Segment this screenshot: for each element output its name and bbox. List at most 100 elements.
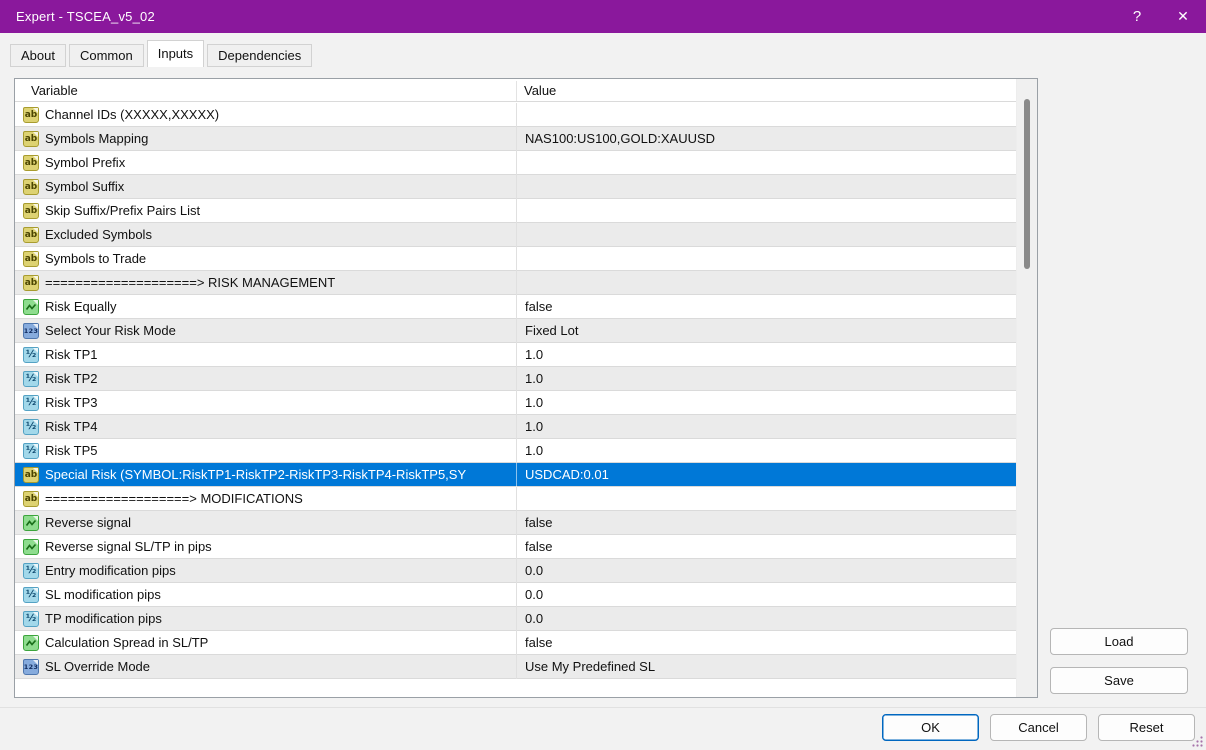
value-cell[interactable]: 1.0 xyxy=(516,343,1016,367)
reset-button[interactable]: Reset xyxy=(1098,714,1195,741)
double-param-icon: ½ xyxy=(23,371,39,387)
double-param-icon: ½ xyxy=(23,443,39,459)
variable-label: Entry modification pips xyxy=(45,563,513,578)
table-row[interactable]: Reverse signal false xyxy=(15,511,1037,535)
variable-label: SL Override Mode xyxy=(45,659,513,674)
value-cell[interactable] xyxy=(516,223,1016,247)
double-param-icon: ½ xyxy=(23,587,39,603)
tab-common[interactable]: Common xyxy=(69,44,144,67)
value-cell[interactable] xyxy=(516,247,1016,271)
value-cell[interactable]: USDCAD:0.01 xyxy=(516,463,1016,487)
scrollbar-thumb[interactable] xyxy=(1024,99,1030,269)
column-header-variable[interactable]: Variable xyxy=(31,83,78,98)
table-row[interactable]: ½ Risk TP3 1.0 xyxy=(15,391,1037,415)
bool-param-icon xyxy=(23,539,39,555)
value-cell[interactable] xyxy=(516,199,1016,223)
table-row[interactable]: ab ===================> MODIFICATIONS xyxy=(15,487,1037,511)
table-body: ab Channel IDs (XXXXX,XXXXX) ab Symbols … xyxy=(15,103,1037,697)
value-cell[interactable] xyxy=(516,175,1016,199)
string-param-icon: ab xyxy=(23,275,39,291)
variable-label: Excluded Symbols xyxy=(45,227,513,242)
table-row[interactable]: Calculation Spread in SL/TP false xyxy=(15,631,1037,655)
value-cell[interactable]: false xyxy=(516,535,1016,559)
string-param-icon: ab xyxy=(23,179,39,195)
value-cell[interactable]: Fixed Lot xyxy=(516,319,1016,343)
table-row[interactable]: ½ Entry modification pips 0.0 xyxy=(15,559,1037,583)
titlebar[interactable]: Expert - TSCEA_v5_02 ? ✕ xyxy=(0,0,1206,33)
string-param-icon: ab xyxy=(23,491,39,507)
double-param-icon: ½ xyxy=(23,395,39,411)
table-row[interactable]: ab Symbol Suffix xyxy=(15,175,1037,199)
value-cell[interactable]: false xyxy=(516,511,1016,535)
value-cell[interactable] xyxy=(516,151,1016,175)
footer-divider xyxy=(0,707,1206,708)
string-param-icon: ab xyxy=(23,227,39,243)
table-row[interactable]: ab Channel IDs (XXXXX,XXXXX) xyxy=(15,103,1037,127)
value-cell[interactable]: 1.0 xyxy=(516,415,1016,439)
value-cell[interactable]: false xyxy=(516,631,1016,655)
table-row[interactable]: ab Skip Suffix/Prefix Pairs List xyxy=(15,199,1037,223)
value-cell[interactable]: 1.0 xyxy=(516,439,1016,463)
variable-label: Skip Suffix/Prefix Pairs List xyxy=(45,203,513,218)
table-row[interactable]: ab Excluded Symbols xyxy=(15,223,1037,247)
value-cell[interactable]: Use My Predefined SL xyxy=(516,655,1016,679)
bool-param-icon xyxy=(23,299,39,315)
string-param-icon: ab xyxy=(23,107,39,123)
ok-button[interactable]: OK xyxy=(882,714,979,741)
variable-label: ===================> MODIFICATIONS xyxy=(45,491,513,506)
value-cell[interactable]: 1.0 xyxy=(516,391,1016,415)
value-cell[interactable] xyxy=(516,103,1016,127)
table-row[interactable]: ab ====================> RISK MANAGEMENT xyxy=(15,271,1037,295)
double-param-icon: ½ xyxy=(23,419,39,435)
save-button[interactable]: Save xyxy=(1050,667,1188,694)
value-cell[interactable]: 0.0 xyxy=(516,583,1016,607)
double-param-icon: ½ xyxy=(23,611,39,627)
table-row[interactable]: ab Symbol Prefix xyxy=(15,151,1037,175)
vertical-scrollbar[interactable] xyxy=(1016,79,1037,697)
table-row[interactable]: 123 SL Override Mode Use My Predefined S… xyxy=(15,655,1037,679)
table-row[interactable]: ½ Risk TP4 1.0 xyxy=(15,415,1037,439)
tabstrip: About Common Inputs Dependencies xyxy=(0,33,1206,67)
value-cell[interactable]: false xyxy=(516,295,1016,319)
variable-label: Symbol Prefix xyxy=(45,155,513,170)
value-cell[interactable] xyxy=(516,487,1016,511)
table-row[interactable]: ½ Risk TP5 1.0 xyxy=(15,439,1037,463)
table-row[interactable]: 123 Select Your Risk Mode Fixed Lot xyxy=(15,319,1037,343)
value-cell[interactable]: NAS100:US100,GOLD:XAUUSD xyxy=(516,127,1016,151)
column-header-value[interactable]: Value xyxy=(524,83,556,98)
value-cell[interactable]: 0.0 xyxy=(516,559,1016,583)
variable-label: Reverse signal SL/TP in pips xyxy=(45,539,513,554)
variable-label: Risk TP2 xyxy=(45,371,513,386)
help-icon[interactable]: ? xyxy=(1114,0,1160,33)
resize-grip-icon[interactable] xyxy=(1190,734,1204,748)
table-row[interactable]: ½ SL modification pips 0.0 xyxy=(15,583,1037,607)
number-param-icon: 123 xyxy=(23,323,39,339)
value-cell[interactable] xyxy=(516,271,1016,295)
tab-inputs[interactable]: Inputs xyxy=(147,40,204,67)
table-row[interactable]: ab Symbols Mapping NAS100:US100,GOLD:XAU… xyxy=(15,127,1037,151)
table-row[interactable]: ½ Risk TP2 1.0 xyxy=(15,367,1037,391)
table-row[interactable]: ½ Risk TP1 1.0 xyxy=(15,343,1037,367)
variable-label: Special Risk (SYMBOL:RiskTP1-RiskTP2-Ris… xyxy=(45,467,513,482)
tab-dependencies[interactable]: Dependencies xyxy=(207,44,312,67)
bool-param-icon xyxy=(23,515,39,531)
value-cell[interactable]: 1.0 xyxy=(516,367,1016,391)
table-row[interactable]: ab Symbols to Trade xyxy=(15,247,1037,271)
variable-label: Symbol Suffix xyxy=(45,179,513,194)
cancel-button[interactable]: Cancel xyxy=(990,714,1087,741)
table-row[interactable]: ½ TP modification pips 0.0 xyxy=(15,607,1037,631)
column-divider[interactable] xyxy=(516,81,517,101)
variable-label: Reverse signal xyxy=(45,515,513,530)
load-button[interactable]: Load xyxy=(1050,628,1188,655)
table-row[interactable]: ab Special Risk (SYMBOL:RiskTP1-RiskTP2-… xyxy=(15,463,1037,487)
value-cell[interactable]: 0.0 xyxy=(516,607,1016,631)
close-icon[interactable]: ✕ xyxy=(1160,0,1206,33)
variable-label: Symbols Mapping xyxy=(45,131,513,146)
table-row[interactable]: Reverse signal SL/TP in pips false xyxy=(15,535,1037,559)
double-param-icon: ½ xyxy=(23,347,39,363)
variable-label: Risk TP5 xyxy=(45,443,513,458)
table-row[interactable]: Risk Equally false xyxy=(15,295,1037,319)
variable-label: Symbols to Trade xyxy=(45,251,513,266)
string-param-icon: ab xyxy=(23,251,39,267)
tab-about[interactable]: About xyxy=(10,44,66,67)
